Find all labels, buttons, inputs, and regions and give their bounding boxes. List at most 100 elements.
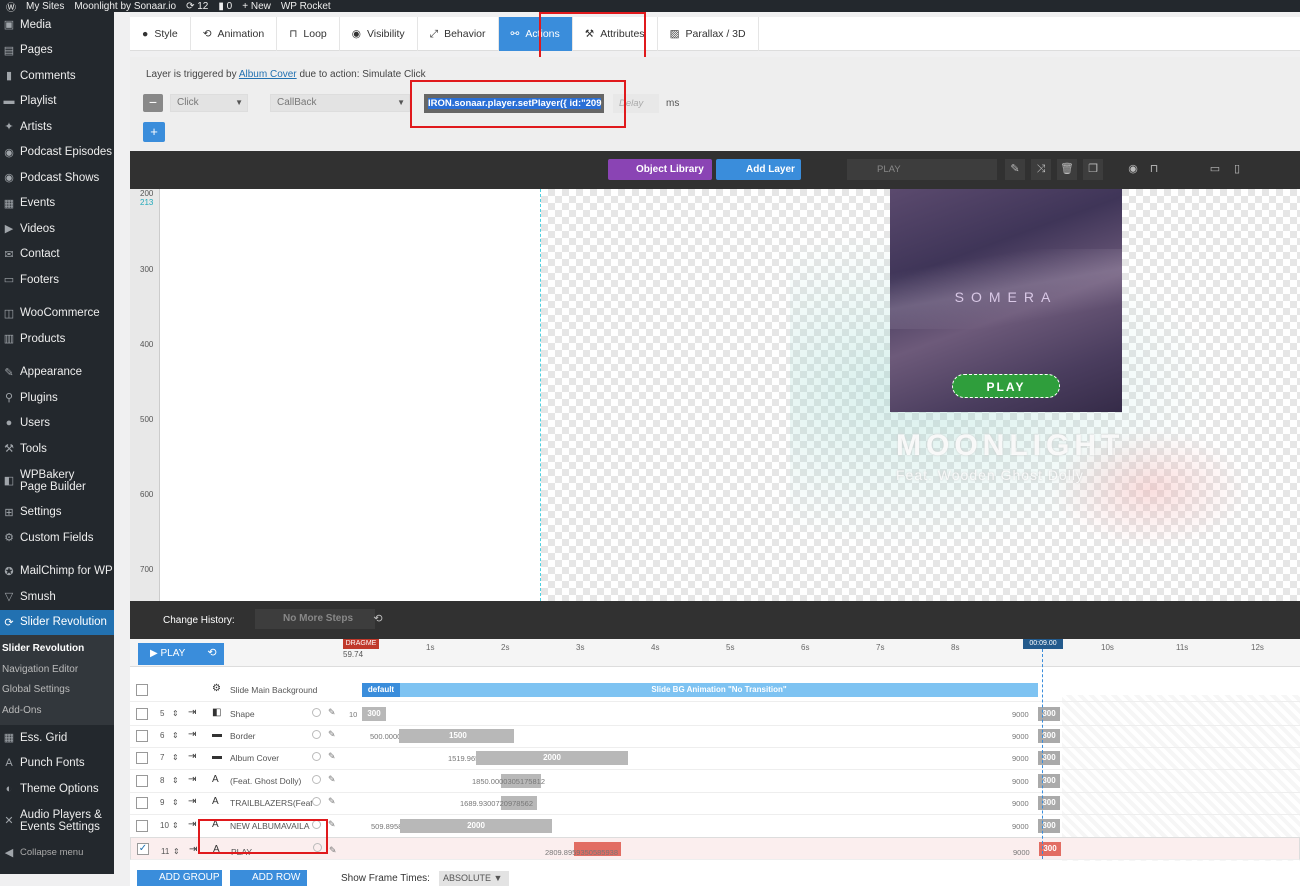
row-checkbox[interactable] <box>136 820 148 832</box>
site-name-link[interactable]: Moonlight by Sonaar.io <box>74 1 176 12</box>
mobile-icon[interactable]: ▯ <box>1227 159 1247 180</box>
unlock-icon[interactable]: ⊓ <box>1144 159 1164 180</box>
frame-times-select[interactable]: ABSOLUTE ▼ <box>439 871 509 886</box>
row-checkbox[interactable] <box>136 797 148 809</box>
object-library-button[interactable]: Object Library <box>608 159 712 180</box>
timeline-bar[interactable]: 300 <box>362 707 386 721</box>
my-sites-link[interactable]: My Sites <box>26 1 64 12</box>
row-checkbox[interactable] <box>136 730 148 742</box>
sidebar-item-punch-fonts[interactable]: A Punch Fonts <box>0 751 114 777</box>
event-select[interactable]: Click ▼ <box>170 94 248 112</box>
timeline-bar[interactable]: 2000 <box>476 751 628 765</box>
edit-icon[interactable]: ✎ <box>328 751 336 762</box>
tab-animation[interactable]: ⟲ Animation <box>191 17 278 51</box>
collapse-arrow-icon[interactable]: ⇥ <box>188 707 196 718</box>
headline-layer[interactable]: MOONLIGHT <box>896 429 1124 463</box>
action-select[interactable]: CallBack ▼ <box>270 94 410 112</box>
sidebar-item-videos[interactable]: ▶ Videos <box>0 216 114 242</box>
collapse-arrow-icon[interactable]: ⇥ <box>188 819 196 830</box>
trash-icon[interactable]: 🗑 <box>1057 159 1077 180</box>
sidebar-item-plugins[interactable]: ⚲ Plugins <box>0 385 114 411</box>
undo-icon[interactable]: ⟲ <box>368 609 388 630</box>
sidebar-item-smush[interactable]: ▽ Smush <box>0 584 114 610</box>
sidebar-item-users[interactable]: ● Users <box>0 411 114 437</box>
sort-icon[interactable]: ⇕ <box>172 753 179 762</box>
sidebar-item-mailchimp[interactable]: ✪ MailChimp for WP <box>0 559 114 585</box>
remove-action-button[interactable]: − <box>143 94 163 112</box>
edit-icon[interactable]: ✎ <box>328 819 336 830</box>
table-row[interactable]: 6 ⇕ ⇥ ▬ Border ✎ 500.00000517578125 1500… <box>130 725 1300 748</box>
tab-parallax[interactable]: ▨ Parallax / 3D <box>658 17 759 51</box>
sidebar-item-comments[interactable]: ▮ Comments <box>0 63 114 89</box>
edit-icon[interactable]: ✎ <box>328 707 336 718</box>
sidebar-item-ess-grid[interactable]: ▦ Ess. Grid <box>0 725 114 751</box>
tab-visibility[interactable]: ◉ Visibility <box>340 17 418 51</box>
sidebar-item-contact[interactable]: ✉ Contact <box>0 242 114 268</box>
sidebar-item-tools[interactable]: ⚒ Tools <box>0 436 114 462</box>
sidebar-item-playlist[interactable]: ▬ Playlist <box>0 89 114 115</box>
sort-icon[interactable]: ⇕ <box>173 844 180 860</box>
timeline-row-background[interactable]: ⚙ Slide Main Background default Slide BG… <box>130 679 1300 702</box>
edit-icon[interactable]: ✎ <box>328 774 336 785</box>
add-layer-button[interactable]: Add Layer <box>716 159 801 180</box>
album-cover-layer[interactable]: SOMERA PLAY <box>890 189 1122 412</box>
visibility-icon[interactable] <box>312 708 321 717</box>
visibility-icon[interactable] <box>312 730 321 739</box>
comments-count[interactable]: ▮ 0 <box>218 1 232 12</box>
row-checkbox[interactable] <box>136 752 148 764</box>
timeline-bar[interactable]: 2000 <box>400 819 552 833</box>
edit-icon[interactable]: ✎ <box>328 796 336 807</box>
sidebar-item-podcast-shows[interactable]: ◉ Podcast Shows <box>0 165 114 191</box>
current-time-marker[interactable]: 00:09.00 <box>1023 639 1063 649</box>
edit-icon[interactable]: ✎ <box>1005 159 1025 180</box>
eye-icon[interactable]: ◉ <box>1123 159 1143 180</box>
visibility-icon[interactable] <box>312 775 321 784</box>
wordpress-icon[interactable]: Ⓦ <box>6 0 16 13</box>
sidebar-item-footers[interactable]: ▭ Footers <box>0 267 114 293</box>
sidebar-item-woocommerce[interactable]: ◫ WooCommerce <box>0 301 114 327</box>
submenu-global-settings[interactable]: Global Settings <box>0 680 114 701</box>
wp-rocket-link[interactable]: WP Rocket <box>281 1 331 12</box>
edit-icon[interactable]: ✎ <box>328 729 336 740</box>
sidebar-item-wpbakery[interactable]: ◧ WPBakery Page Builder <box>0 462 114 500</box>
tab-style[interactable]: ● Style <box>130 17 191 51</box>
sidebar-item-podcast-episodes[interactable]: ◉ Podcast Episodes <box>0 140 114 166</box>
table-row[interactable]: 8 ⇕ ⇥ A (Feat. Ghost Dolly) ✎ 1850.00003… <box>130 770 1300 793</box>
sort-icon[interactable]: ⇕ <box>172 798 179 807</box>
sidebar-item-slider-revolution[interactable]: ⟳ Slider Revolution <box>0 609 114 635</box>
shuffle-icon[interactable]: ⤨ <box>1031 159 1051 180</box>
history-steps[interactable]: No More Steps <box>255 609 375 629</box>
table-row[interactable]: 7 ⇕ ⇥ ▬ Album Cover ✎ 1519.9655151367188… <box>130 747 1300 770</box>
collapse-arrow-icon[interactable]: ⇥ <box>188 751 196 762</box>
history-icon[interactable]: ⟲ <box>200 643 224 665</box>
sidebar-item-custom-fields[interactable]: ⚙ Custom Fields <box>0 525 114 551</box>
add-group-button[interactable]: ADD GROUP <box>137 870 222 886</box>
sidebar-item-pages[interactable]: ▤ Pages <box>0 38 114 64</box>
table-row[interactable]: 9 ⇕ ⇥ A TRAILBLAZERS(Feat. ✎ 1689.930072… <box>130 792 1300 815</box>
play-button-layer[interactable]: PLAY <box>952 374 1060 398</box>
submenu-slider-revolution[interactable]: Slider Revolution <box>0 639 114 660</box>
sidebar-item-audio-players[interactable]: ✕ Audio Players & Events Settings <box>0 802 114 840</box>
collapse-arrow-icon[interactable]: ⇥ <box>188 729 196 740</box>
bg-animation-bar[interactable]: Slide BG Animation "No Transition" <box>400 683 1038 697</box>
sidebar-item-artists[interactable]: ✦ Artists <box>0 114 114 140</box>
add-action-button[interactable]: + <box>143 122 165 142</box>
sidebar-item-appearance[interactable]: ✎ Appearance <box>0 360 114 386</box>
sidebar-item-products[interactable]: ▥ Products <box>0 326 114 352</box>
sort-icon[interactable]: ⇕ <box>172 709 179 718</box>
collapse-arrow-icon[interactable]: ⇥ <box>189 842 197 858</box>
layer-name-input[interactable]: PLAY <box>847 159 997 180</box>
visibility-icon[interactable] <box>312 752 321 761</box>
sidebar-item-settings[interactable]: ⊞ Settings <box>0 500 114 526</box>
tab-loop[interactable]: ⊓ Loop <box>277 17 340 51</box>
sidebar-item-theme-options[interactable]: ◐ Theme Options <box>0 776 114 802</box>
sort-icon[interactable]: ⇕ <box>172 776 179 785</box>
subline-layer[interactable]: Feat. Wooden Ghost Dolly <box>896 467 1084 483</box>
timeline-bar[interactable]: 1500 <box>399 729 514 743</box>
drag-marker[interactable]: DRAGME <box>343 639 379 649</box>
row-checkbox[interactable] <box>136 684 148 696</box>
album-cover-link[interactable]: Album Cover <box>239 69 297 80</box>
sidebar-item-media[interactable]: ▣ Media <box>0 12 114 38</box>
add-row-button[interactable]: ADD ROW <box>230 870 307 886</box>
sidebar-item-events[interactable]: ▦ Events <box>0 191 114 217</box>
